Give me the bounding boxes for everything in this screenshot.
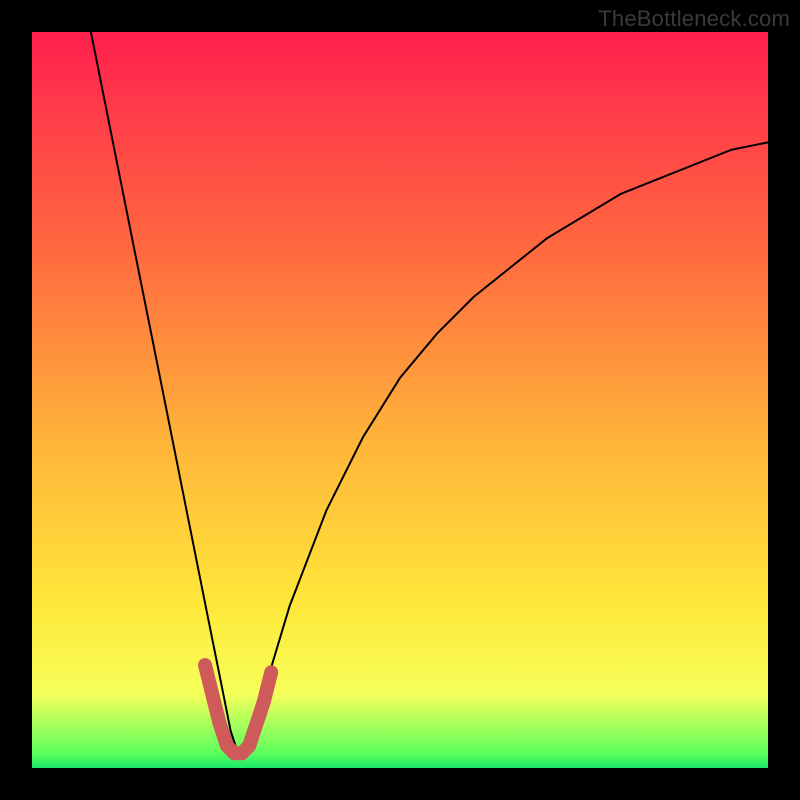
plot-area [32,32,768,768]
watermark-text: TheBottleneck.com [598,6,790,32]
bottleneck-curve [91,32,768,753]
highlight-band [205,665,271,753]
chart-svg [32,32,768,768]
chart-frame: TheBottleneck.com [0,0,800,800]
